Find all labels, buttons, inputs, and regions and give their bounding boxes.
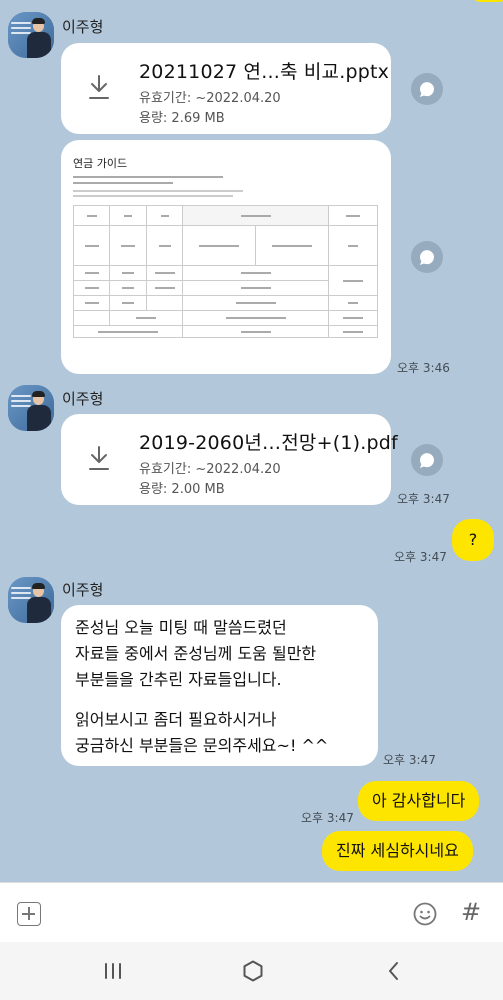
- sender-name: 이주형: [62, 581, 104, 599]
- message-text-line: 부분들을 간추린 자료들입니다.: [75, 670, 282, 689]
- sender-name: 이주형: [62, 390, 104, 408]
- share-icon: [419, 82, 434, 97]
- file-size: 용량: 2.69 MB: [139, 111, 225, 126]
- share-button[interactable]: [411, 73, 443, 105]
- message-time: 오후 3:47: [301, 811, 354, 825]
- home-icon[interactable]: [241, 959, 265, 983]
- my-message-bubble[interactable]: 아 감사합니다: [358, 781, 480, 821]
- avatar[interactable]: [8, 385, 54, 431]
- previous-message-fragment: [470, 0, 503, 2]
- preview-text-line: [73, 176, 223, 178]
- plus-icon[interactable]: [17, 902, 41, 926]
- message-time: 오후 3:47: [383, 753, 436, 767]
- message-text-line: 자료들 중에서 준성님께 도움 될만한: [75, 644, 317, 663]
- message-time: 오후 3:47: [397, 492, 450, 506]
- file-message-card[interactable]: 2019-2060년…전망+(1).pdf 유효기간: ~2022.04.20 …: [61, 414, 398, 505]
- share-icon: [419, 453, 434, 468]
- back-icon[interactable]: [382, 959, 406, 983]
- share-button[interactable]: [411, 241, 443, 273]
- message-time: 오후 3:47: [394, 550, 447, 564]
- avatar[interactable]: [8, 12, 54, 58]
- file-message-card[interactable]: 20211027 연...축 비교.pptx 유효기간: ~2022.04.20…: [61, 43, 391, 134]
- avatar[interactable]: [8, 577, 54, 623]
- emoji-icon[interactable]: [413, 902, 437, 926]
- message-time: 오후 3:46: [397, 361, 450, 375]
- file-name[interactable]: 20211027 연...축 비교.pptx: [139, 57, 389, 84]
- share-button[interactable]: [411, 444, 443, 476]
- file-expiry: 유효기간: ~2022.04.20: [139, 91, 281, 106]
- my-message-bubble[interactable]: ?: [452, 519, 494, 561]
- download-icon[interactable]: [88, 74, 110, 100]
- message-text-line: 궁금하신 부분들은 문의주세요~! ^^: [75, 736, 329, 755]
- message-text-line: 준성님 오늘 미팅 때 말씀드렸던: [75, 618, 287, 637]
- preview-text-line: [73, 195, 233, 197]
- preview-title: 연금 가이드: [73, 157, 128, 170]
- recent-apps-icon[interactable]: [101, 959, 125, 983]
- text-message-bubble[interactable]: 준성님 오늘 미팅 때 말씀드렸던 자료들 중에서 준성님께 도움 될만한 부분…: [61, 605, 378, 766]
- file-name[interactable]: 2019-2060년…전망+(1).pdf: [139, 428, 398, 455]
- download-icon[interactable]: [88, 445, 110, 471]
- image-preview-card[interactable]: 연금 가이드: [61, 140, 391, 374]
- preview-text-line: [73, 182, 173, 184]
- sender-name: 이주형: [62, 18, 104, 36]
- system-nav-bar: [0, 942, 503, 1000]
- share-icon: [419, 250, 434, 265]
- file-size: 용량: 2.00 MB: [139, 482, 225, 497]
- preview-table: [72, 205, 378, 338]
- file-expiry: 유효기간: ~2022.04.20: [139, 462, 281, 477]
- message-input-bar[interactable]: #: [0, 882, 503, 942]
- my-message-bubble[interactable]: 진짜 세심하시네요: [322, 831, 473, 871]
- preview-text-line: [73, 190, 243, 192]
- message-text-line: 읽어보시고 좀더 필요하시거나: [75, 710, 277, 729]
- hash-icon[interactable]: #: [461, 898, 481, 926]
